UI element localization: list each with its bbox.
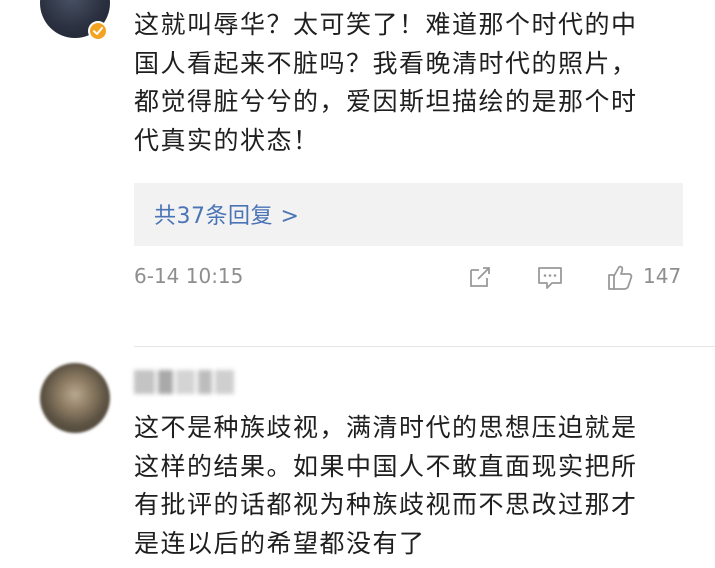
replies-panel[interactable]: 共37条回复 > xyxy=(134,183,683,246)
comment-divider xyxy=(134,346,715,347)
comment-text: 这不是种族歧视，满清时代的思想压迫就是 这样的结果。如果中国人不敢直面现实把所 … xyxy=(134,413,638,558)
username-redacted xyxy=(134,370,234,394)
verified-badge-icon xyxy=(88,21,108,41)
comment-timestamp: 6-14 10:15 xyxy=(134,264,244,288)
comment-icon[interactable] xyxy=(535,262,565,292)
share-icon[interactable] xyxy=(465,262,495,292)
like-icon[interactable] xyxy=(605,262,635,292)
avatar[interactable] xyxy=(40,363,110,433)
comment-feed: 这就叫辱华？太可笑了！难道那个时代的中 国人看起来不脏吗？我看晚清时代的照片， … xyxy=(0,0,715,568)
like-count: 147 xyxy=(643,264,682,288)
comment-text: 这就叫辱华？太可笑了！难道那个时代的中 国人看起来不脏吗？我看晚清时代的照片， … xyxy=(134,10,638,155)
view-replies-link[interactable]: 共37条回复 > xyxy=(154,198,299,230)
